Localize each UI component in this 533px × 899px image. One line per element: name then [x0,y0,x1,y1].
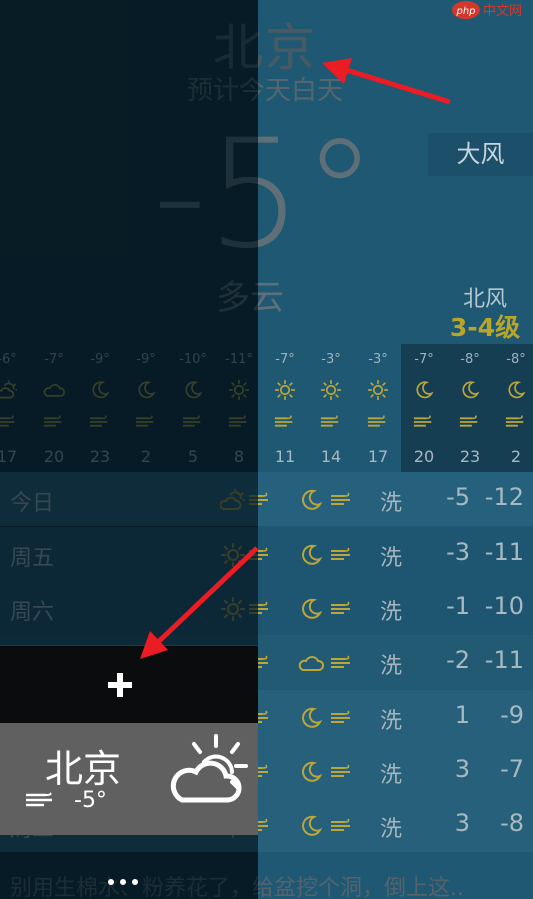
high-temperature: -1 [446,592,470,620]
add-city-button[interactable] [105,670,135,700]
moon-icon [302,489,323,510]
wind-icon [413,415,432,427]
moon-icon [416,381,434,399]
partly-cloudy-icon [170,734,248,803]
high-temperature: 1 [454,701,470,729]
moon-icon [302,598,323,619]
car-wash-index: 洗 [380,600,403,625]
sun-icon [320,379,342,401]
svg-text:php: php [455,6,475,17]
low-temperature: -11 [484,538,524,566]
hour-label: 17 [367,447,389,466]
hour-label: 2 [510,447,522,466]
more-menu-button[interactable] [103,876,143,888]
wind-icon [505,415,524,427]
hour-label: 20 [413,447,435,466]
car-wash-index: 洗 [380,817,403,842]
wind-alert-badge[interactable]: 大风 [428,133,533,176]
wind-icon [331,547,350,560]
wind-icon [331,655,350,668]
sun-icon [367,379,389,401]
hour-label: 14 [320,447,342,466]
high-temperature: 3 [454,809,470,837]
wind-icon [26,792,52,807]
hour-temperature: -8° [506,352,526,367]
low-temperature: -10 [484,592,524,620]
moon-icon [302,544,323,565]
sun-icon [274,379,296,401]
car-wash-index: 洗 [380,709,403,734]
wind-icon [274,415,293,427]
high-temperature: -5 [446,483,470,511]
wind-icon [331,710,350,723]
cloud-icon [298,656,324,671]
car-wash-index: 洗 [380,546,403,571]
wind-icon [320,415,339,427]
svg-text:中文网: 中文网 [483,4,522,19]
wind-icon [331,601,350,614]
wind-icon [367,415,386,427]
car-wash-index: 洗 [380,491,403,516]
low-temperature: -11 [484,646,524,674]
card-city-name: 北京 [45,747,122,791]
low-temperature: -9 [500,701,524,729]
moon-icon [302,761,323,782]
low-temperature: -7 [500,755,524,783]
hour-temperature: -8° [460,352,480,367]
wind-level: 3-4级 [449,313,521,342]
hour-slot: -8° 2 [493,344,533,472]
hour-label: 23 [459,447,481,466]
weather-app-screen: 北京 预计今天白天 -5° 多云 大风 北风 3-4级 -6°17-7°20-9… [0,0,533,899]
hour-slot: -8° 23 [447,344,493,472]
hour-slot: -3° 14 [308,344,354,472]
moon-icon [462,381,480,399]
hour-slot: -7° 11 [262,344,308,472]
high-temperature: -3 [446,538,470,566]
low-temperature: -8 [500,809,524,837]
low-temperature: -12 [484,483,524,511]
wind-icon [459,415,478,427]
wind-icon [331,492,350,505]
moon-icon [302,815,323,836]
hour-slot: -3° 17 [355,344,401,472]
high-temperature: -2 [446,646,470,674]
wind-icon [331,764,350,777]
hour-temperature: -7° [275,352,295,367]
hour-temperature: -3° [368,352,388,367]
wind-icon [331,818,350,831]
hour-label: 11 [274,447,296,466]
site-watermark: php 中文网 [452,1,522,19]
car-wash-index: 洗 [380,763,403,788]
hour-slot: -7° 20 [401,344,447,472]
moon-icon [302,707,323,728]
moon-icon [508,381,526,399]
card-temperature: -5° [74,788,107,813]
car-wash-index: 洗 [380,654,403,679]
hour-temperature: -7° [414,352,434,367]
hour-temperature: -3° [321,352,341,367]
high-temperature: 3 [454,755,470,783]
